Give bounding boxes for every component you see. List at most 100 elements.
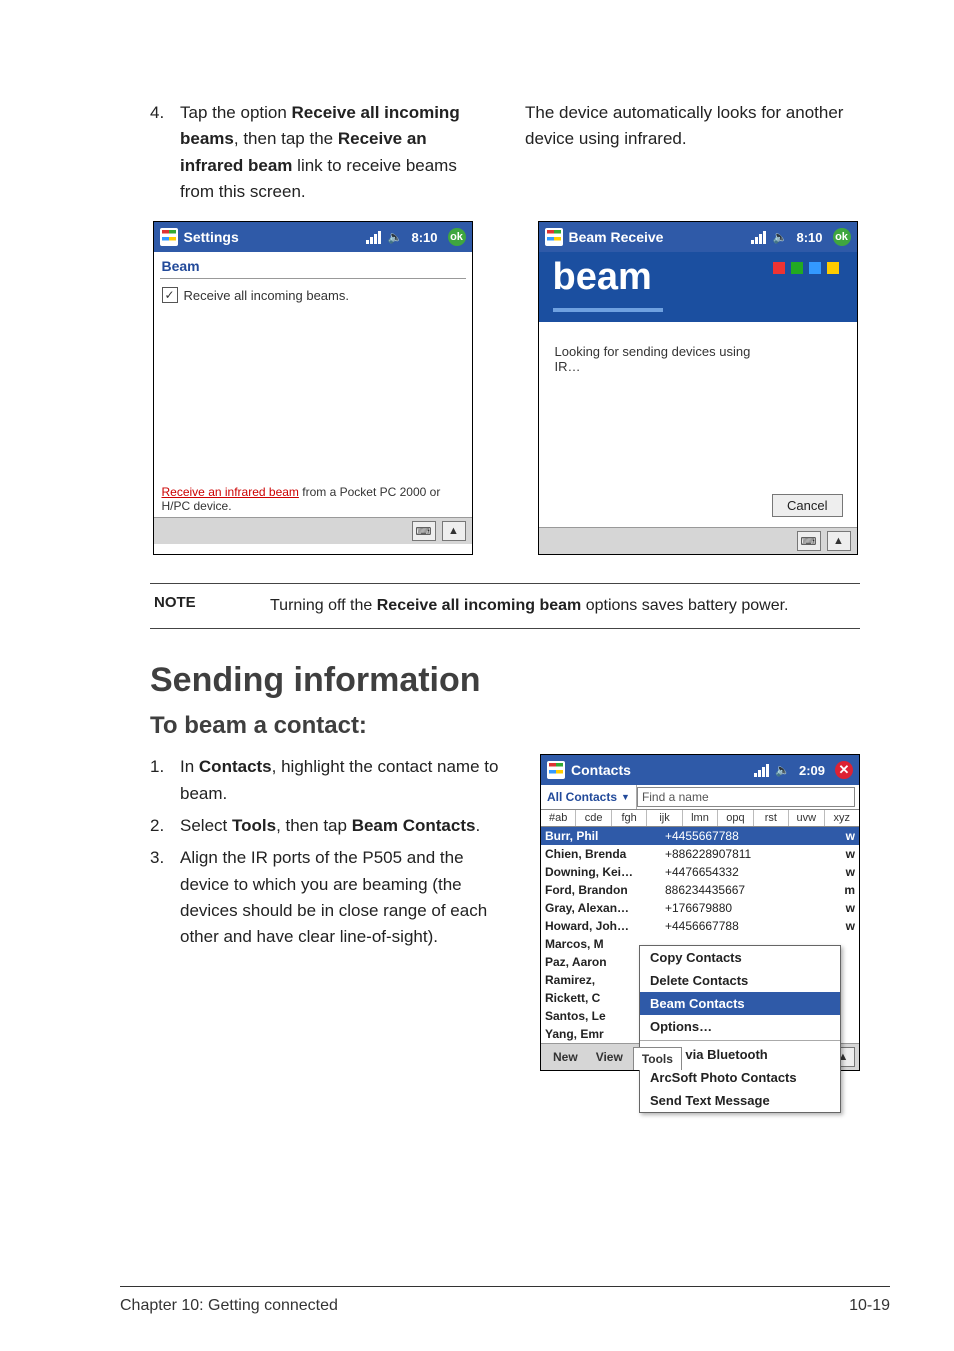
menu-item[interactable]: Beam Contacts bbox=[640, 992, 840, 1015]
clock-time: 2:09 bbox=[795, 763, 829, 778]
menu-item[interactable]: Delete Contacts bbox=[640, 969, 840, 992]
checkbox-label: Receive all incoming beams. bbox=[184, 288, 349, 303]
step-4-text-c: , then tap the bbox=[234, 129, 338, 148]
beam-banner-word: beam bbox=[539, 252, 857, 299]
contact-number: +176679880 bbox=[665, 901, 837, 915]
speaker-icon: 🔈 bbox=[387, 230, 401, 244]
keyboard-icon[interactable]: ⌨ bbox=[412, 521, 436, 541]
receive-status-line1: Looking for sending devices using bbox=[555, 344, 841, 359]
window-title: Settings bbox=[184, 229, 361, 245]
receive-ir-link[interactable]: Receive an infrared beam bbox=[162, 485, 299, 499]
clock-time: 8:10 bbox=[407, 230, 441, 245]
step-2-a: Select bbox=[180, 816, 232, 835]
all-contacts-dropdown[interactable]: All Contacts ▼ bbox=[541, 786, 636, 808]
bottom-bar: ⌨ ▲ bbox=[154, 517, 472, 544]
step-3: 3. Align the IR ports of the P505 and th… bbox=[150, 845, 500, 950]
section-title: Sending information bbox=[150, 661, 890, 700]
alpha-cell[interactable]: opq bbox=[718, 810, 753, 826]
contact-row[interactable]: Downing, Kei…+4476654332w bbox=[541, 863, 859, 881]
chevron-down-icon: ▼ bbox=[621, 792, 630, 802]
note-text-c: options saves battery power. bbox=[581, 597, 788, 614]
alpha-cell[interactable]: ijk bbox=[647, 810, 682, 826]
contact-tag: w bbox=[837, 901, 855, 915]
contact-number: +886228907811 bbox=[665, 847, 837, 861]
contact-number: +4455667788 bbox=[665, 829, 837, 843]
contact-name: Downing, Kei… bbox=[545, 865, 665, 879]
up-arrow-icon[interactable]: ▲ bbox=[827, 531, 851, 551]
screenshot-beam-receive: Beam Receive 🔈 8:10 ok beam Looking for … bbox=[538, 221, 858, 555]
find-name-input[interactable]: Find a name bbox=[637, 787, 855, 807]
footer-page-number: 10-19 bbox=[849, 1297, 890, 1315]
note-text-bold: Receive all incoming beam bbox=[377, 597, 582, 614]
menu-new[interactable]: New bbox=[545, 1046, 586, 1068]
menu-item[interactable]: Options… bbox=[640, 1015, 840, 1038]
screenshot-contacts: Contacts 🔈 2:09 ✕ All Contacts ▼ Find a … bbox=[540, 754, 860, 1071]
step-1-number: 1. bbox=[150, 754, 176, 780]
note-text-a: Turning off the bbox=[270, 597, 377, 614]
contact-name: Burr, Phil bbox=[545, 829, 665, 843]
step-4: 4. Tap the option Receive all incoming b… bbox=[150, 100, 485, 205]
cancel-button[interactable]: Cancel bbox=[772, 494, 842, 517]
step-2-bold-2: Beam Contacts bbox=[352, 816, 476, 835]
step-1-bold: Contacts bbox=[199, 757, 272, 776]
start-flag-icon bbox=[545, 228, 563, 246]
contact-name: Howard, Joh… bbox=[545, 919, 665, 933]
close-button[interactable]: ✕ bbox=[835, 761, 853, 779]
step-3-text: Align the IR ports of the P505 and the d… bbox=[180, 848, 487, 946]
contact-row[interactable]: Burr, Phil+4455667788w bbox=[541, 827, 859, 845]
titlebar: Settings 🔈 8:10 ok bbox=[154, 222, 472, 252]
step-3-number: 3. bbox=[150, 845, 176, 871]
keyboard-icon[interactable]: ⌨ bbox=[797, 531, 821, 551]
page-footer: Chapter 10: Getting connected 10-19 bbox=[120, 1286, 890, 1315]
titlebar: Contacts 🔈 2:09 ✕ bbox=[541, 755, 859, 785]
alpha-cell[interactable]: rst bbox=[754, 810, 789, 826]
screenshot-settings-beam: Settings 🔈 8:10 ok Beam ✓ Receive all in… bbox=[153, 221, 473, 555]
contact-name: Ford, Brandon bbox=[545, 883, 665, 897]
ok-button[interactable]: ok bbox=[833, 228, 851, 246]
signal-icon bbox=[751, 230, 766, 244]
step-1: 1. In Contacts, highlight the contact na… bbox=[150, 754, 500, 807]
alpha-cell[interactable]: fgh bbox=[612, 810, 647, 826]
contact-name: Chien, Brenda bbox=[545, 847, 665, 861]
step-2-number: 2. bbox=[150, 813, 176, 839]
beam-banner: beam bbox=[539, 252, 857, 322]
step-2: 2. Select Tools, then tap Beam Contacts. bbox=[150, 813, 500, 839]
alpha-cell[interactable]: xyz bbox=[825, 810, 859, 826]
step-2-bold-1: Tools bbox=[232, 816, 276, 835]
receive-status-line2: IR… bbox=[555, 359, 841, 374]
checkbox-icon[interactable]: ✓ bbox=[162, 287, 178, 303]
signal-icon bbox=[366, 230, 381, 244]
bottom-bar: ⌨ ▲ bbox=[539, 527, 857, 554]
titlebar: Beam Receive 🔈 8:10 ok bbox=[539, 222, 857, 252]
up-arrow-icon[interactable]: ▲ bbox=[442, 521, 466, 541]
menu-view[interactable]: View bbox=[588, 1046, 631, 1068]
alpha-cell[interactable]: uvw bbox=[789, 810, 824, 826]
note-block: NOTE Turning off the Receive all incomin… bbox=[150, 583, 860, 629]
contact-number: +4476654332 bbox=[665, 865, 837, 879]
step-4-text-a: Tap the option bbox=[180, 103, 292, 122]
contact-row[interactable]: Howard, Joh…+4456667788w bbox=[541, 917, 859, 935]
contact-number: 886234435667 bbox=[665, 883, 837, 897]
contact-tag: w bbox=[837, 865, 855, 879]
ok-button[interactable]: ok bbox=[448, 228, 466, 246]
alpha-cell[interactable]: lmn bbox=[683, 810, 718, 826]
menu-item[interactable]: Copy Contacts bbox=[640, 946, 840, 969]
contact-row[interactable]: Ford, Brandon886234435667m bbox=[541, 881, 859, 899]
alpha-cell[interactable]: #ab bbox=[541, 810, 576, 826]
signal-icon bbox=[754, 763, 769, 777]
note-text: Turning off the Receive all incoming bea… bbox=[270, 594, 789, 618]
speaker-icon: 🔈 bbox=[775, 763, 789, 777]
step-2-c: , then tap bbox=[276, 816, 352, 835]
contact-row[interactable]: Chien, Brenda+886228907811w bbox=[541, 845, 859, 863]
tools-context-menu[interactable]: Copy ContactsDelete ContactsBeam Contact… bbox=[639, 945, 841, 1113]
menu-tools[interactable]: Tools bbox=[633, 1047, 682, 1070]
alpha-index-row[interactable]: #abcdefghijklmnopqrstuvwxyz bbox=[541, 810, 859, 827]
receive-all-checkbox-row[interactable]: ✓ Receive all incoming beams. bbox=[160, 279, 466, 305]
window-title: Beam Receive bbox=[569, 229, 746, 245]
contact-row[interactable]: Gray, Alexan…+176679880w bbox=[541, 899, 859, 917]
contact-name: Gray, Alexan… bbox=[545, 901, 665, 915]
alpha-cell[interactable]: cde bbox=[576, 810, 611, 826]
clock-time: 8:10 bbox=[792, 230, 826, 245]
menu-item[interactable]: Send Text Message bbox=[640, 1089, 840, 1112]
beam-heading: Beam bbox=[160, 256, 466, 279]
